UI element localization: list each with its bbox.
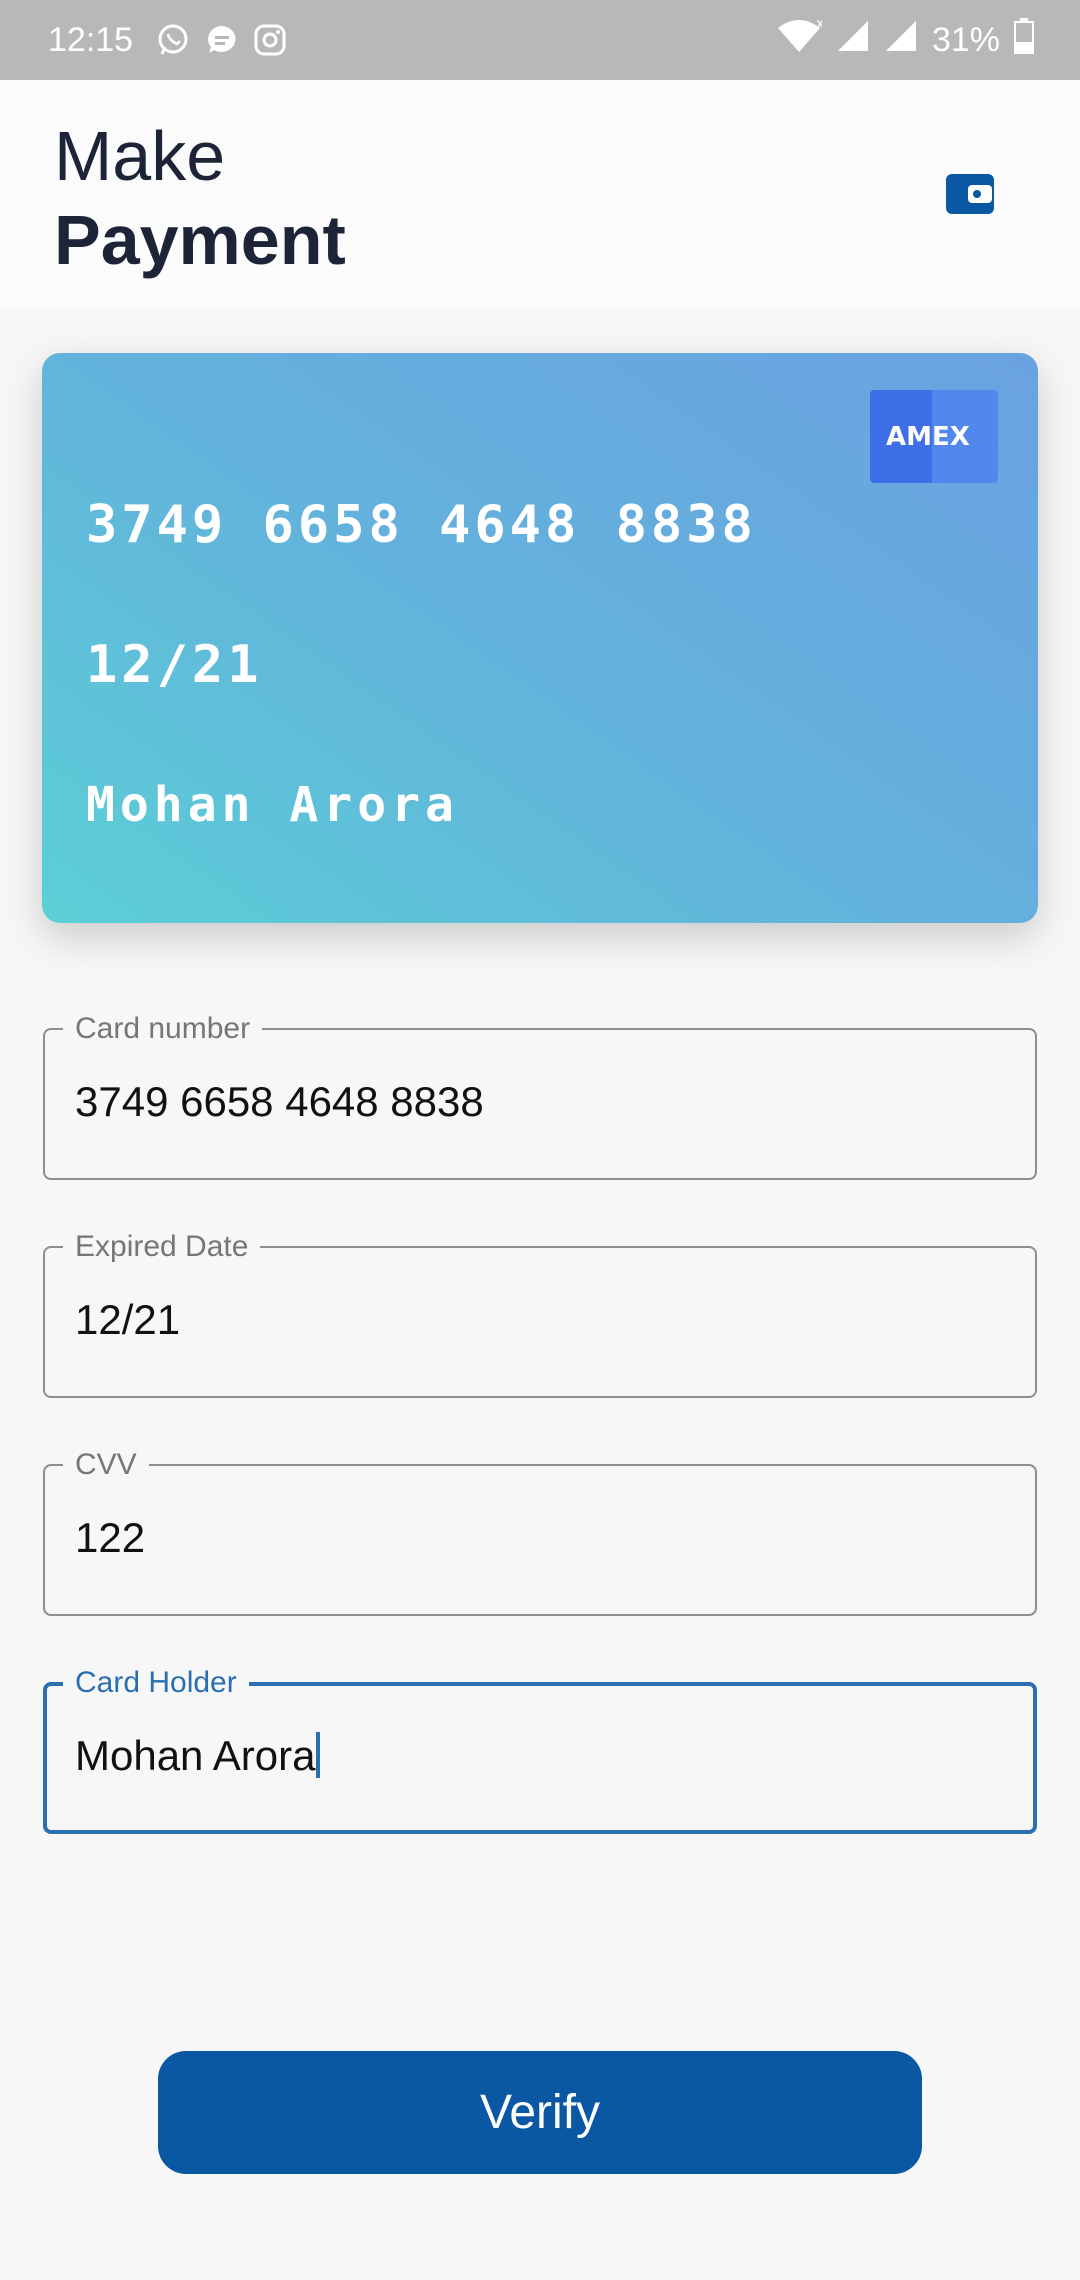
cvv-label: CVV xyxy=(63,1449,149,1481)
card-expiry-display: 12/21 xyxy=(86,635,263,695)
signal-icon xyxy=(836,19,870,62)
chat-icon xyxy=(205,23,239,57)
credit-card-preview: AM EX 3749 6658 4648 8838 12/21 Mohan Ar… xyxy=(42,353,1038,923)
amex-logo-left: AM xyxy=(870,390,932,483)
whatsapp-icon xyxy=(155,22,191,58)
amex-logo-right: EX xyxy=(932,390,998,483)
text-cursor xyxy=(316,1732,321,1778)
cvv-input[interactable]: 122 xyxy=(75,1514,145,1562)
signal-icon xyxy=(884,19,918,62)
status-time: 12:15 xyxy=(48,20,134,59)
cvv-field[interactable]: CVV 122 xyxy=(43,1449,1037,1616)
card-number-input[interactable]: 3749 6658 4648 8838 xyxy=(75,1078,484,1126)
card-holder-label: Card Holder xyxy=(63,1667,249,1699)
card-number-label: Card number xyxy=(63,1013,263,1045)
expiry-date-field[interactable]: Expired Date 12/21 xyxy=(43,1231,1037,1398)
card-holder-field[interactable]: Card Holder Mohan Arora xyxy=(43,1667,1037,1834)
expiry-date-input[interactable]: 12/21 xyxy=(75,1296,180,1344)
verify-button[interactable]: Verify xyxy=(158,2051,922,2174)
battery-icon xyxy=(1014,17,1034,63)
amex-logo: AM EX xyxy=(870,390,998,483)
expiry-date-label: Expired Date xyxy=(63,1231,261,1263)
svg-text:x: x xyxy=(816,18,822,32)
wallet-icon[interactable] xyxy=(944,170,996,218)
card-holder-input[interactable]: Mohan Arora xyxy=(75,1732,321,1780)
page-title-line1: Make xyxy=(54,117,226,195)
header: Make Payment xyxy=(0,80,1080,310)
status-bar: 12:15 x 31% xyxy=(0,0,1080,80)
wifi-icon: x xyxy=(776,16,824,63)
battery-percent: 31% xyxy=(931,20,1000,59)
card-number-field[interactable]: Card number 3749 6658 4648 8838 xyxy=(43,1013,1037,1180)
card-number-display: 3749 6658 4648 8838 xyxy=(86,495,757,555)
card-holder-value: Mohan Arora xyxy=(75,1732,316,1779)
instagram-icon xyxy=(253,23,287,57)
card-holder-display: Mohan Arora xyxy=(86,777,459,833)
page-title-line2: Payment xyxy=(54,201,346,279)
